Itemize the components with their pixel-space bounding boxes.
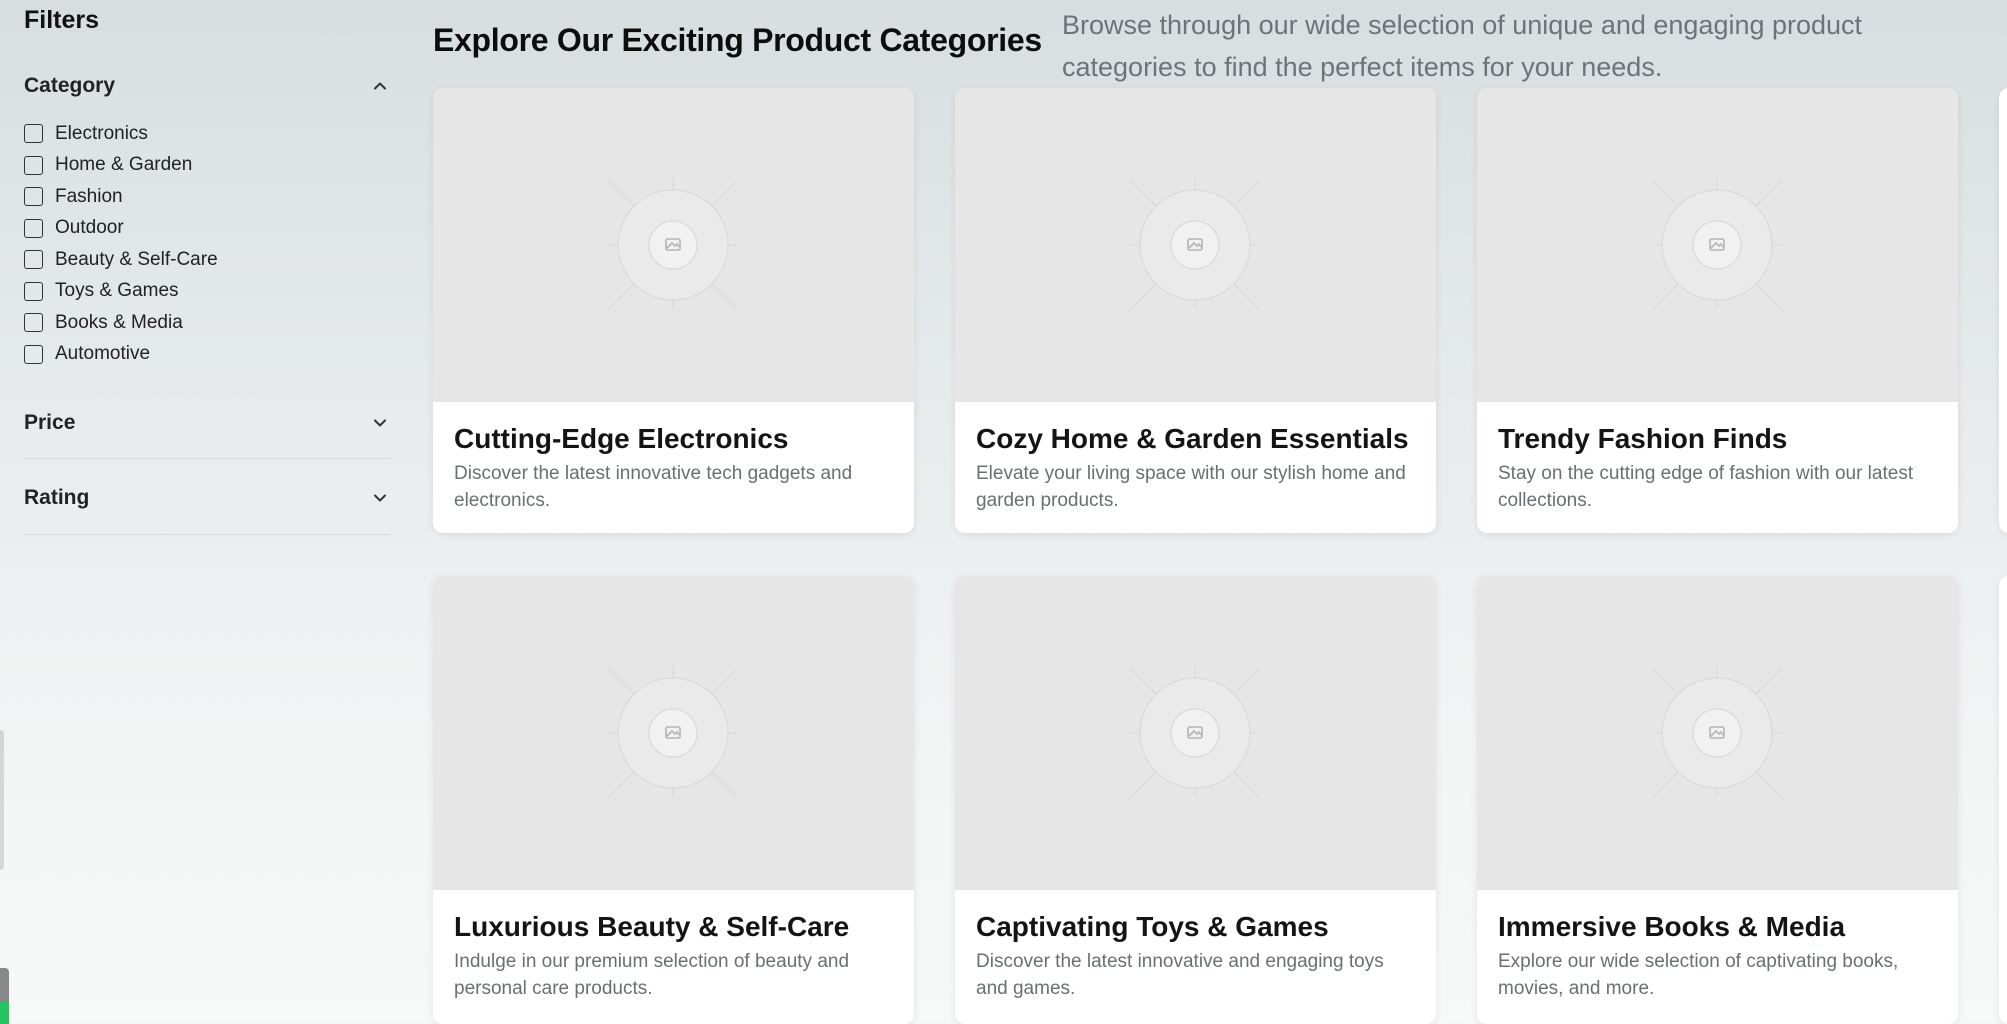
category-card-fashion[interactable]: Trendy Fashion Finds Stay on the cutting… — [1477, 88, 1958, 533]
image-placeholder-icon — [1651, 178, 1783, 311]
price-section-title: Price — [24, 411, 76, 434]
filters-title: Filters — [24, 6, 100, 34]
card-title: Cutting-Edge Electronics — [454, 423, 789, 454]
category-option-books-media[interactable]: Books & Media — [24, 307, 390, 339]
image-placeholder-icon — [1129, 666, 1261, 799]
category-checkbox[interactable] — [24, 281, 43, 301]
card-description: Elevate your living space with our styli… — [976, 463, 1406, 511]
card-image-placeholder — [955, 576, 1436, 890]
scroll-indicator[interactable] — [0, 968, 9, 1024]
card-image-placeholder — [955, 88, 1436, 402]
chevron-down-icon[interactable] — [370, 413, 390, 433]
image-placeholder-icon — [1129, 178, 1261, 311]
category-option-label: Books & Media — [55, 311, 183, 333]
card-description: Discover the latest innovative and engag… — [976, 951, 1384, 999]
category-card-toys-games[interactable]: Captivating Toys & Games Discover the la… — [955, 576, 1436, 1024]
category-section-title: Category — [24, 74, 116, 97]
card-title: Trendy Fashion Finds — [1498, 423, 1788, 454]
category-card-beauty-self-care[interactable]: Luxurious Beauty & Self-Care Indulge in … — [433, 576, 914, 1024]
category-option-label: Outdoor — [55, 217, 124, 239]
price-section-header[interactable]: Price — [24, 403, 390, 443]
category-option-toys-games[interactable]: Toys & Games — [24, 276, 390, 308]
category-checkbox[interactable] — [24, 155, 43, 175]
card-title: Luxurious Beauty & Self-Care — [454, 911, 850, 942]
category-checkbox[interactable] — [24, 187, 43, 207]
category-section-header[interactable]: Category — [24, 66, 390, 106]
card-description: Stay on the cutting edge of fashion with… — [1498, 463, 1914, 511]
chevron-up-icon[interactable] — [370, 76, 390, 96]
card-title: Immersive Books & Media — [1498, 911, 1846, 942]
category-checkbox[interactable] — [24, 218, 43, 238]
filters-sidebar: Filters Category Electronics Home & Gard… — [0, 0, 400, 1024]
image-placeholder-icon — [607, 178, 739, 311]
category-option-electronics[interactable]: Electronics — [24, 118, 390, 150]
category-option-label: Toys & Games — [55, 280, 179, 302]
card-image-placeholder — [1477, 88, 1958, 402]
image-placeholder-icon — [607, 666, 739, 799]
card-image-placeholder — [1477, 576, 1958, 890]
card-title: Cozy Home & Garden Essentials — [976, 423, 1409, 454]
category-checkbox-list: Electronics Home & Garden Fashion Outdoo… — [24, 118, 390, 370]
page-description: Browse through our wide selection of uni… — [1062, 10, 1863, 82]
category-option-label: Automotive — [55, 343, 151, 365]
card-description: Indulge in our premium selection of beau… — [454, 951, 850, 999]
rating-section-header[interactable]: Rating — [24, 478, 390, 518]
image-placeholder-icon — [1651, 666, 1783, 799]
card-title: Captivating Toys & Games — [976, 911, 1329, 942]
category-option-outdoor[interactable]: Outdoor — [24, 213, 390, 245]
category-option-automotive[interactable]: Automotive — [24, 339, 390, 371]
card-description: Discover the latest innovative tech gadg… — [454, 463, 853, 511]
category-option-label: Home & Garden — [55, 154, 193, 176]
card-image-placeholder — [433, 576, 914, 890]
rating-filter-section: Rating — [24, 478, 390, 535]
category-card-home-garden[interactable]: Cozy Home & Garden Essentials Elevate yo… — [955, 88, 1436, 533]
category-checkbox[interactable] — [24, 313, 43, 333]
category-option-label: Fashion — [55, 185, 123, 207]
category-card-electronics[interactable]: Cutting-Edge Electronics Discover the la… — [433, 88, 914, 533]
card-description: Explore our wide selection of captivatin… — [1498, 951, 1899, 999]
category-option-home-garden[interactable]: Home & Garden — [24, 150, 390, 182]
rating-section-title: Rating — [24, 486, 90, 509]
page-title: Explore Our Exciting Product Categories — [433, 22, 1042, 58]
category-checkbox[interactable] — [24, 124, 43, 144]
chevron-down-icon[interactable] — [370, 488, 390, 508]
category-option-label: Electronics — [55, 122, 148, 144]
price-filter-section: Price — [24, 403, 390, 459]
category-card-partial[interactable] — [1999, 576, 2007, 1024]
category-option-beauty-self-care[interactable]: Beauty & Self-Care — [24, 244, 390, 276]
category-option-label: Beauty & Self-Care — [55, 248, 218, 270]
card-image-placeholder — [433, 88, 914, 402]
category-card-books-media[interactable]: Immersive Books & Media Explore our wide… — [1477, 576, 1958, 1024]
category-checkbox[interactable] — [24, 250, 43, 270]
category-checkbox[interactable] — [24, 344, 43, 364]
edge-shadow — [0, 730, 4, 870]
category-option-fashion[interactable]: Fashion — [24, 181, 390, 213]
category-card-partial[interactable] — [1999, 88, 2007, 533]
